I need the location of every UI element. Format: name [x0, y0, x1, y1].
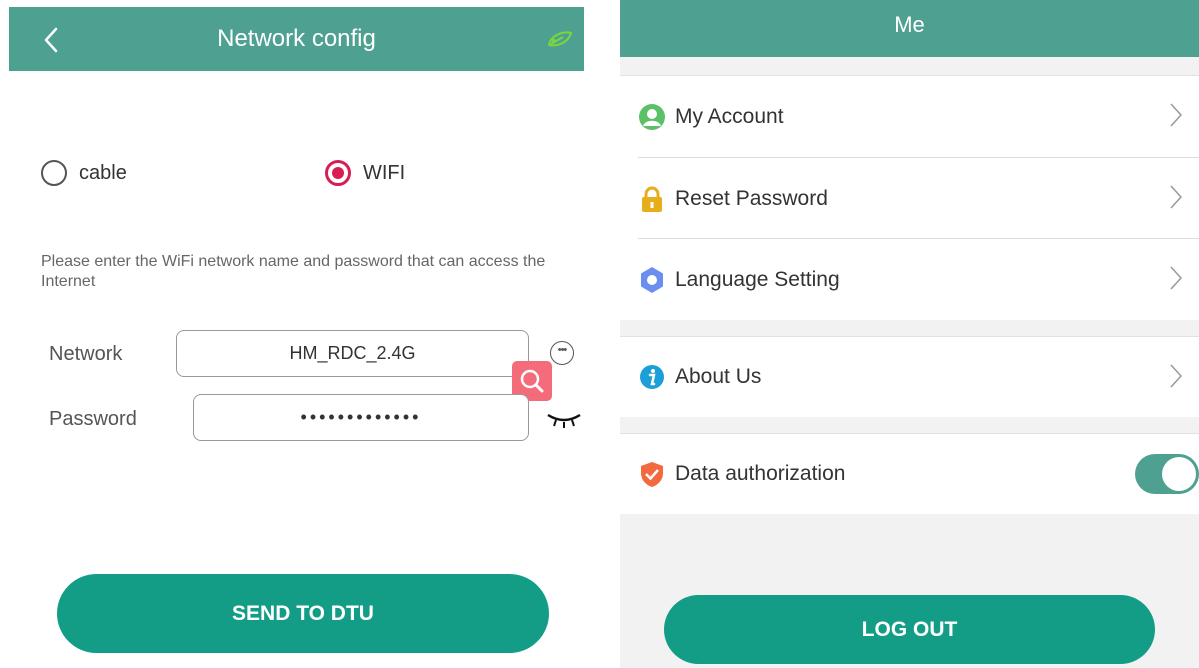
chevron-right-icon	[1170, 364, 1183, 388]
network-label: Network	[49, 343, 123, 365]
radio-circle-icon	[41, 160, 67, 186]
radio-cable-label: cable	[79, 161, 127, 184]
network-field[interactable]	[176, 330, 529, 377]
radio-wifi[interactable]: WIFI	[325, 157, 405, 189]
menu-item-label: Language Setting	[675, 267, 840, 291]
radio-selected-icon	[325, 160, 351, 186]
network-config-screen: Network config cable WIFI Please enter t…	[0, 0, 600, 668]
menu-item-reset-password[interactable]: Reset Password	[638, 158, 1199, 239]
header-bar: Network config	[9, 7, 584, 71]
password-label: Password	[49, 408, 137, 430]
lock-icon	[638, 185, 666, 213]
menu-item-label: Reset Password	[675, 186, 828, 210]
chevron-right-icon	[1170, 185, 1183, 209]
info-icon	[638, 363, 666, 391]
chevron-right-icon	[1170, 266, 1183, 290]
network-input[interactable]	[177, 342, 528, 365]
header-bar: Me	[620, 0, 1199, 57]
data-authorization-group: Data authorization	[620, 433, 1199, 514]
menu-item-language-setting[interactable]: Language Setting	[638, 239, 1199, 320]
account-menu-group: My Account Reset Password Language Setti…	[620, 75, 1199, 320]
about-group: About Us	[620, 336, 1199, 417]
page-title: Network config	[217, 25, 376, 52]
user-icon	[638, 103, 666, 131]
toggle-knob	[1162, 457, 1196, 491]
log-out-button[interactable]: LOG OUT	[664, 595, 1155, 664]
data-authorization-row: Data authorization	[638, 434, 1199, 514]
more-options-icon[interactable]: •••	[550, 341, 574, 365]
eye-closed-icon[interactable]	[546, 411, 582, 429]
menu-item-label: About Us	[675, 365, 762, 388]
me-screen: Me My Account Reset Password Language Se…	[620, 0, 1199, 668]
chevron-right-icon	[1170, 103, 1183, 127]
menu-item-label: My Account	[675, 104, 784, 128]
data-authorization-label: Data authorization	[675, 462, 846, 485]
password-field[interactable]: •••••••••••••	[193, 394, 529, 441]
send-to-dtu-button[interactable]: SEND TO DTU	[57, 574, 549, 653]
menu-item-about-us[interactable]: About Us	[638, 337, 1199, 417]
radio-wifi-label: WIFI	[363, 161, 406, 184]
shield-icon	[638, 460, 666, 488]
network-status-icon	[547, 31, 573, 47]
gear-icon	[638, 266, 666, 294]
page-title: Me	[894, 12, 925, 37]
password-value: •••••••••••••	[300, 407, 422, 427]
menu-item-my-account[interactable]: My Account	[638, 76, 1199, 157]
data-authorization-toggle[interactable]	[1135, 454, 1199, 494]
instruction-text: Please enter the WiFi network name and p…	[41, 253, 546, 290]
radio-cable[interactable]: cable	[41, 157, 127, 189]
